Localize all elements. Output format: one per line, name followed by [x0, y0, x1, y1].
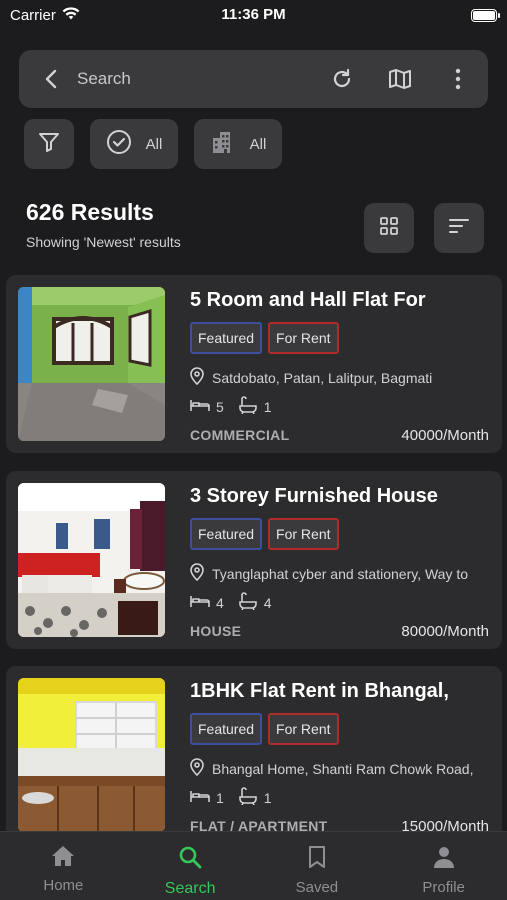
listing-photo	[18, 483, 165, 637]
bath-icon	[238, 592, 258, 613]
search-input[interactable]	[77, 69, 298, 89]
featured-badge: Featured	[190, 322, 263, 354]
bed-icon	[190, 594, 210, 611]
property-type-filter-label: All	[249, 135, 267, 153]
filter-row: All All	[24, 119, 282, 169]
sort-icon	[448, 217, 470, 240]
tab-profile[interactable]: Profile	[380, 832, 507, 900]
wifi-icon	[62, 6, 80, 24]
search-bar	[19, 50, 488, 108]
tab-profile-label: Profile	[422, 879, 465, 896]
location-pin-icon	[190, 367, 204, 388]
for-rent-badge: For Rent	[268, 322, 339, 354]
results-sort-caption: Showing 'Newest' results	[26, 234, 181, 250]
bookmark-icon	[308, 845, 326, 873]
listing-category: HOUSE	[190, 623, 242, 639]
map-icon[interactable]	[386, 65, 414, 93]
more-icon[interactable]	[444, 65, 472, 93]
featured-badge: Featured	[190, 518, 263, 550]
tab-saved[interactable]: Saved	[254, 832, 381, 900]
for-rent-badge: For Rent	[268, 518, 339, 550]
listing-title[interactable]: 1BHK Flat Rent in Bhangal,	[190, 680, 490, 703]
listing-location: Bhangal Home, Shanti Ram Chowk Road,	[212, 760, 474, 777]
listing-photo	[18, 287, 165, 441]
carrier-label: Carrier	[10, 6, 56, 24]
featured-badge: Featured	[190, 713, 263, 745]
status-filter-label: All	[145, 135, 163, 153]
listing-title[interactable]: 5 Room and Hall Flat For	[190, 289, 490, 312]
listing-location: Tyanglaphat cyber and stationery, Way to	[212, 565, 469, 582]
tab-search[interactable]: Search	[127, 832, 254, 900]
listing-category: FLAT / APARTMENT	[190, 818, 328, 831]
bed-count: 1	[216, 789, 224, 806]
location-pin-icon	[190, 758, 204, 779]
listing-photo	[18, 678, 165, 831]
bath-count: 4	[263, 594, 272, 611]
bath-icon	[238, 396, 258, 417]
tab-home[interactable]: Home	[0, 832, 127, 900]
tab-search-label: Search	[164, 880, 216, 897]
status-bar: Carrier	[0, 0, 507, 30]
listing-list[interactable]: 5 Room and Hall Flat For Featured For Re…	[6, 275, 502, 831]
bed-icon	[190, 398, 210, 415]
listing-category: COMMERCIAL	[190, 427, 290, 443]
listing-card[interactable]: 5 Room and Hall Flat For Featured For Re…	[6, 275, 502, 453]
for-rent-badge: For Rent	[268, 713, 339, 745]
bed-count: 4	[216, 594, 224, 611]
listing-price: 40000/Month	[401, 427, 489, 444]
bath-count: 1	[263, 398, 272, 415]
listing-price: 80000/Month	[401, 623, 489, 640]
bath-icon	[238, 787, 258, 808]
listing-card[interactable]: 1BHK Flat Rent in Bhangal, Featured For …	[6, 666, 502, 831]
listing-location: Satdobato, Patan, Lalitpur, Bagmati	[212, 369, 433, 386]
bed-icon	[190, 789, 210, 806]
bath-count: 1	[263, 789, 272, 806]
building-icon	[210, 129, 236, 159]
listing-card[interactable]: 3 Storey Furnished House Featured For Re…	[6, 471, 502, 649]
grid-view-button[interactable]	[364, 203, 414, 253]
results-count: 626 Results	[26, 199, 154, 225]
sort-button[interactable]	[434, 203, 484, 253]
home-icon	[51, 845, 75, 871]
refresh-icon[interactable]	[328, 65, 356, 93]
property-type-filter-chip[interactable]: All	[194, 119, 282, 169]
bed-count: 5	[216, 398, 224, 415]
listing-price: 15000/Month	[401, 818, 489, 831]
grid-icon	[379, 216, 399, 241]
back-icon[interactable]	[39, 67, 63, 91]
battery-icon	[471, 8, 500, 22]
person-icon	[432, 845, 456, 873]
status-filter-chip[interactable]: All	[90, 119, 178, 169]
filter-button[interactable]	[24, 119, 74, 169]
tab-saved-label: Saved	[295, 879, 339, 896]
search-icon	[178, 845, 202, 874]
location-pin-icon	[190, 563, 204, 584]
tab-bar: Home Search Saved Profile	[0, 831, 507, 900]
check-circle-icon	[106, 129, 132, 159]
filter-icon	[38, 131, 60, 157]
listing-title[interactable]: 3 Storey Furnished House	[190, 485, 490, 508]
tab-home-label: Home	[43, 877, 84, 894]
